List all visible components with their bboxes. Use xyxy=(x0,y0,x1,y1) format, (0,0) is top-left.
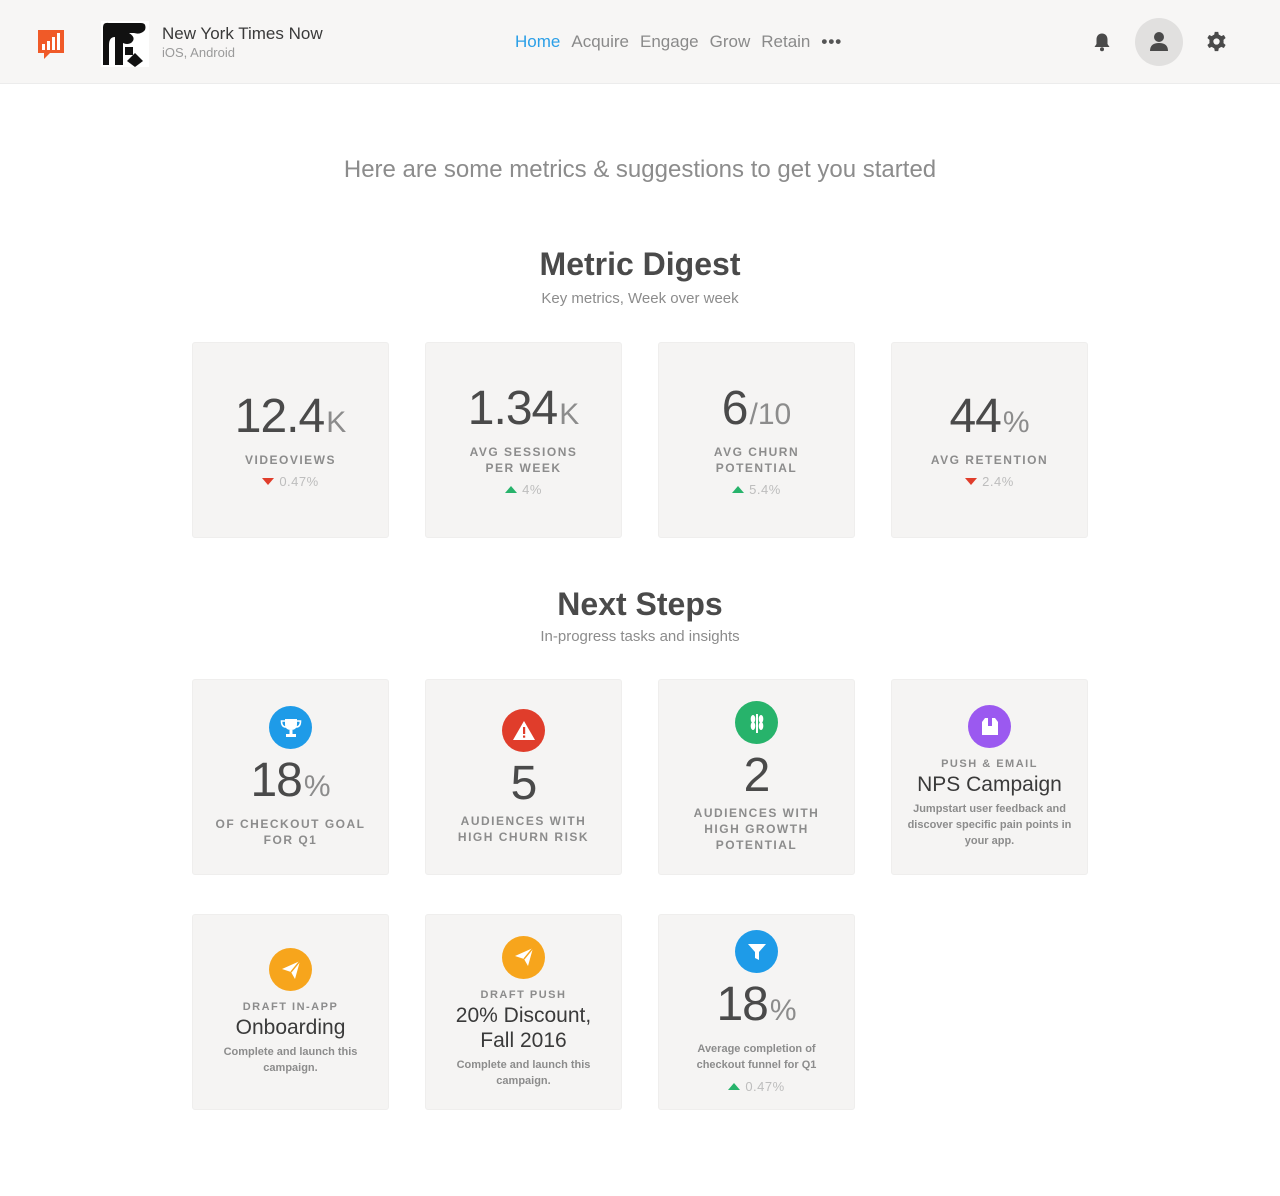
down-arrow-icon xyxy=(965,478,978,485)
funnel-value: 18% xyxy=(716,978,797,1031)
up-arrow-icon xyxy=(728,1083,741,1090)
main-nav: Home Acquire Engage Grow Retain ••• xyxy=(515,32,842,52)
up-arrow-icon xyxy=(505,486,518,493)
nps-campaign-card[interactable]: PUSH & EMAIL NPS Campaign Jumpstart user… xyxy=(891,679,1088,875)
analytics-logo-icon[interactable] xyxy=(38,30,64,59)
metric-delta: 2.4% xyxy=(965,474,1014,489)
nyt-app-logo[interactable] xyxy=(101,21,149,67)
discount-eyebrow: DRAFT PUSH xyxy=(480,988,567,1001)
next-steps-title: Next Steps xyxy=(557,586,723,622)
onboarding-description: Complete and launch this campaign. xyxy=(223,1046,358,1074)
paper-plane-icon xyxy=(502,935,545,979)
intro-text: Here are some metrics & suggestions to g… xyxy=(343,156,937,183)
metric-label: AVG RETENTION xyxy=(930,453,1049,467)
funnel-card[interactable]: 18% Average completion of checkout funne… xyxy=(658,914,855,1110)
metric-label: AVG CHURN POTENTIAL xyxy=(713,445,800,475)
nav-retain[interactable]: Retain xyxy=(761,32,810,52)
funnel-description: Average completion of checkout funnel fo… xyxy=(696,1043,817,1071)
metric-digest-subtitle: Key metrics, Week over week xyxy=(541,290,739,307)
growth-value: 2 xyxy=(743,749,771,802)
discount-title: 20% Discount, Fall 2016 xyxy=(455,1003,592,1052)
metric-value: 12.4K xyxy=(234,390,347,443)
metric-label: VIDEOVIEWS xyxy=(244,453,336,467)
up-arrow-icon xyxy=(732,486,745,493)
onboarding-title: Onboarding xyxy=(235,1016,346,1039)
metric-card-sessions[interactable]: 1.34K AVG SESSIONS PER WEEK 4% xyxy=(425,342,622,538)
nav-grow[interactable]: Grow xyxy=(710,32,751,52)
nps-eyebrow: PUSH & EMAIL xyxy=(941,758,1038,770)
nav-home[interactable]: Home xyxy=(515,32,560,52)
user-avatar-button[interactable] xyxy=(1135,18,1183,66)
growth-label: AUDIENCES WITH HIGH GROWTH POTENTIAL xyxy=(693,806,820,852)
discount-description: Complete and launch this campaign. xyxy=(456,1058,591,1087)
metric-card-churn[interactable]: 6/10 AVG CHURN POTENTIAL 5.4% xyxy=(658,342,855,538)
funnel-icon xyxy=(735,930,778,973)
discount-card[interactable]: DRAFT PUSH 20% Discount, Fall 2016 Compl… xyxy=(425,914,622,1110)
goal-label: OF CHECKOUT GOAL FOR Q1 xyxy=(215,817,366,847)
bell-icon[interactable] xyxy=(1092,32,1112,52)
app-name[interactable]: New York Times Now xyxy=(162,24,323,44)
metric-card-retention[interactable]: 44% AVG RETENTION 2.4% xyxy=(891,342,1088,538)
nav-engage[interactable]: Engage xyxy=(640,32,699,52)
down-arrow-icon xyxy=(262,478,275,485)
metric-label: AVG SESSIONS PER WEEK xyxy=(469,445,578,475)
churn-risk-value: 5 xyxy=(510,757,538,810)
trophy-icon xyxy=(269,706,312,749)
paper-plane-icon xyxy=(269,948,312,991)
goal-value: 18% xyxy=(250,754,331,807)
metric-delta: 0.47% xyxy=(262,474,318,489)
metric-card-videoviews[interactable]: 12.4K VIDEOVIEWS 0.47% xyxy=(192,342,389,538)
growth-card[interactable]: 2 AUDIENCES WITH HIGH GROWTH POTENTIAL xyxy=(658,679,855,875)
metric-delta: 5.4% xyxy=(732,482,781,497)
nav-acquire[interactable]: Acquire xyxy=(571,32,629,52)
top-header: New York Times Now iOS, Android Home Acq… xyxy=(0,0,1280,84)
goal-card[interactable]: 18% OF CHECKOUT GOAL FOR Q1 xyxy=(192,679,389,875)
funnel-delta: 0.47% xyxy=(728,1079,784,1094)
onboarding-card[interactable]: DRAFT IN-APP Onboarding Complete and lau… xyxy=(192,914,389,1110)
warning-icon xyxy=(502,709,545,752)
user-icon xyxy=(1150,32,1168,51)
metric-value: 1.34K xyxy=(467,382,580,435)
settings-gear-icon[interactable] xyxy=(1206,31,1227,52)
metric-value: 44% xyxy=(949,390,1030,443)
churn-risk-card[interactable]: 5 AUDIENCES WITH HIGH CHURN RISK xyxy=(425,679,622,875)
wheat-icon xyxy=(735,701,778,744)
metric-digest-title: Metric Digest xyxy=(539,246,741,282)
churn-risk-label: AUDIENCES WITH HIGH CHURN RISK xyxy=(457,814,590,844)
onboarding-eyebrow: DRAFT IN-APP xyxy=(242,1001,339,1013)
more-icon[interactable]: ••• xyxy=(821,32,842,52)
app-platforms: iOS, Android xyxy=(162,45,235,60)
metric-value: 6/10 xyxy=(721,382,792,435)
nps-description: Jumpstart user feedback and discover spe… xyxy=(907,803,1072,847)
next-steps-subtitle: In-progress tasks and insights xyxy=(540,628,740,645)
box-icon xyxy=(968,705,1011,748)
metric-delta: 4% xyxy=(505,482,542,497)
nps-title: NPS Campaign xyxy=(917,773,1062,796)
